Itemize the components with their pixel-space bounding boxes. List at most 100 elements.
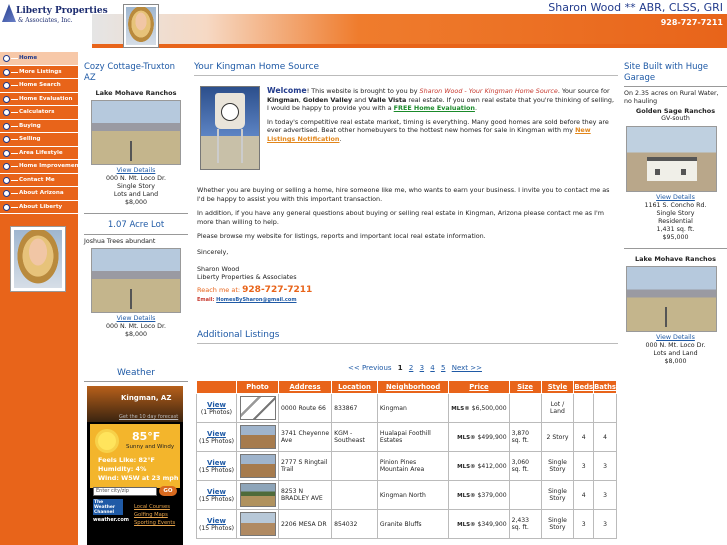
column-header-price[interactable]: Price (448, 380, 510, 394)
table-row[interactable]: View (15 Photos) 3741 Cheyenne Ave KGM - So… (196, 422, 617, 452)
view-details-link[interactable]: View Details (624, 334, 727, 342)
table-row[interactable]: View (15 Photos) 8253 N BRADLEY AVE Kingman… (196, 480, 617, 510)
column-header-style[interactable]: Style (540, 380, 575, 394)
view-link[interactable]: View (207, 488, 226, 496)
nav-item-calculators[interactable]: Calculators (0, 106, 78, 120)
nav-item-more-listings[interactable]: More Listings (0, 65, 78, 79)
view-cell[interactable]: View (15 Photos) (196, 509, 237, 539)
photo-cell[interactable] (236, 393, 279, 423)
photo-cell[interactable] (236, 422, 279, 452)
column-header-neighborhood[interactable]: Neighborhood (376, 380, 450, 394)
pager-page[interactable]: 2 (409, 364, 413, 372)
baths-cell: 3 (593, 451, 617, 481)
beds-cell: 4 (573, 480, 595, 510)
logo-mark-icon (2, 4, 16, 22)
page-title: Your Kingman Home Source (194, 62, 618, 76)
free-home-evaluation-link[interactable]: FREE Home Evaluation (394, 104, 475, 112)
listing-thumbnail[interactable] (239, 483, 276, 507)
nav-item-home-search[interactable]: Home Search (0, 79, 78, 93)
feature-photo[interactable] (91, 248, 181, 313)
weather-link[interactable]: Sporting Events (134, 520, 175, 526)
feature-line: Residential (658, 218, 693, 225)
photo-cell[interactable] (236, 451, 279, 481)
price-cell: MLS® $349,900 (448, 509, 510, 539)
view-link[interactable]: View (207, 459, 226, 467)
weather-link[interactable]: Golfing Maps (134, 512, 168, 518)
view-cell[interactable]: View (15 Photos) (196, 451, 237, 481)
view-details-link[interactable]: View Details (624, 194, 727, 202)
nav-item-contact-me[interactable]: Contact Me (0, 173, 78, 187)
nav-item-home[interactable]: Home (0, 52, 78, 66)
nav-item-selling[interactable]: Selling (0, 133, 78, 147)
feature-title[interactable]: Site Built with Huge Garage (624, 62, 727, 84)
column-header-location[interactable]: Location (331, 380, 378, 394)
pager-page-current: 1 (397, 364, 403, 372)
agent-photo (10, 226, 66, 292)
feature-line: 000 N. Mt. Loco Dr. (105, 323, 167, 330)
feature-line: Single Story (117, 183, 155, 190)
feature-photo[interactable] (626, 126, 717, 192)
table-row[interactable]: View (1 Photos) 0000 Route 66 833867 Kingman… (196, 393, 617, 423)
pager-next[interactable]: Next >> (452, 364, 482, 372)
view-cell[interactable]: View (1 Photos) (196, 393, 237, 423)
company-logo[interactable]: Liberty Properties & Associates, Inc. (0, 0, 108, 52)
view-link[interactable]: View (207, 401, 226, 409)
view-cell[interactable]: View (15 Photos) (196, 422, 237, 452)
photo-count: (1 Photos) (200, 408, 233, 416)
table-row[interactable]: View (15 Photos) 2206 MESA DR 854032 Granite… (196, 509, 617, 539)
nav-item-buying[interactable]: Buying (0, 119, 78, 133)
nav-item-about-liberty[interactable]: About Liberty (0, 200, 78, 214)
main-content: Your Kingman Home Source Welcome! This w… (194, 62, 618, 303)
column-header-address[interactable]: Address (277, 380, 333, 394)
nav-bullet-icon (3, 176, 18, 184)
mls-mark: MLS® (457, 463, 476, 470)
neighborhood-cell: Granite Bluffs (376, 509, 450, 539)
feature-title[interactable]: 1.07 Acre Lot (84, 220, 188, 231)
signature-company: Liberty Properties & Associates (197, 273, 297, 281)
pager-previous[interactable]: << Previous (348, 364, 392, 372)
column-header-baths[interactable]: Baths (593, 380, 617, 394)
agent-name: Sharon Wood ** ABR, CLSS, GRI (548, 1, 723, 14)
view-details-link[interactable]: View Details (84, 315, 188, 323)
feature-title[interactable]: Cozy Cottage-Truxton AZ (84, 62, 188, 84)
photo-cell[interactable] (236, 480, 279, 510)
feature-photo[interactable] (91, 100, 181, 165)
nav-item-home-improvement[interactable]: Home Improvement (0, 160, 81, 174)
weather-zip-input[interactable]: Enter city/zip (93, 487, 157, 496)
forecast-link[interactable]: Get the 10 day forecast (119, 414, 178, 420)
listing-thumbnail[interactable] (239, 396, 276, 420)
sincerely: Sincerely, (197, 248, 229, 256)
pager-page[interactable]: 4 (430, 364, 434, 372)
nav-item-home-evaluation[interactable]: Home Evaluation (0, 92, 78, 106)
listing-thumbnail[interactable] (239, 454, 276, 478)
weather-go-button[interactable]: GO (159, 486, 177, 496)
pager-page[interactable]: 5 (441, 364, 445, 372)
intro-paragraph: Welcome! This website is brought to you … (267, 86, 617, 144)
pager-page[interactable]: 3 (420, 364, 424, 372)
view-details-link[interactable]: View Details (84, 167, 188, 175)
nav-item-about-arizona[interactable]: About Arizona (0, 187, 78, 201)
weather-link[interactable]: Local Courses (134, 504, 170, 510)
view-link[interactable]: View (207, 517, 226, 525)
feature-photo[interactable] (626, 266, 717, 332)
divider (624, 248, 727, 249)
view-link[interactable]: View (207, 430, 226, 438)
table-row[interactable]: View (15 Photos) 2777 S Ringtail Trail Pini… (196, 451, 617, 481)
feature-line: Lots and Land (653, 350, 698, 357)
column-header-beds[interactable]: Beds (573, 380, 595, 394)
feature-line: $8,000 (124, 331, 148, 338)
nav-item-area-lifestyle[interactable]: Area Lifestyle (0, 146, 78, 160)
listing-thumbnail[interactable] (239, 425, 276, 449)
weather-channel-logo[interactable]: The Weather Channel (93, 499, 123, 515)
view-cell[interactable]: View (15 Photos) (196, 480, 237, 510)
column-header-size[interactable]: Size (508, 380, 542, 394)
photo-cell[interactable] (236, 509, 279, 539)
listing-thumbnail[interactable] (239, 512, 276, 536)
email-link[interactable]: HomesBySharon@gmail.com (216, 297, 296, 303)
feature-subdivision: Golden Sage Ranchos (635, 107, 716, 115)
divider (84, 213, 188, 214)
additional-listings-heading: Additional Listings (197, 330, 618, 344)
style-cell: 2 Story (540, 422, 575, 452)
weather-widget: Kingman, AZ Get the 10 day forecast 85°F… (87, 386, 183, 545)
price-value: $412,000 (477, 462, 507, 470)
